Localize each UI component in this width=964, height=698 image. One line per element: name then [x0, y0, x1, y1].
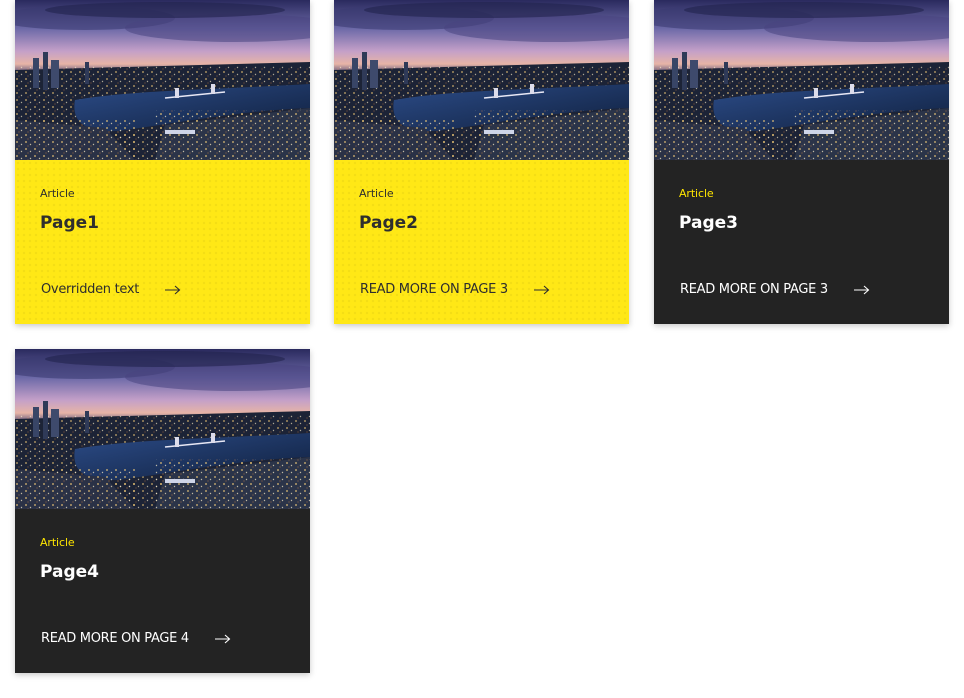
card-title[interactable]: Page4 [40, 561, 99, 583]
arrow-right-icon [165, 285, 181, 295]
arrow-right-icon [214, 634, 231, 644]
card-image [334, 0, 629, 160]
card-body: Article Page4 READ MORE ON PAGE 4 [15, 509, 310, 673]
card-title[interactable]: Page1 [40, 212, 99, 234]
card-title[interactable]: Page2 [359, 212, 418, 234]
card-image [15, 349, 310, 509]
card-type-label: Article [679, 187, 714, 200]
read-more-link[interactable]: Overridden text [41, 282, 181, 298]
read-more-label: READ MORE ON PAGE 4 [41, 631, 189, 646]
article-card[interactable]: Article Page2 READ MORE ON PAGE 3 [334, 0, 629, 324]
read-more-link[interactable]: READ MORE ON PAGE 3 [680, 282, 870, 298]
arrow-right-icon [533, 285, 550, 295]
article-card[interactable]: Article Page3 READ MORE ON PAGE 3 [654, 0, 949, 324]
card-body: Article Page1 Overridden text [15, 160, 310, 324]
card-type-label: Article [40, 187, 75, 200]
read-more-label: READ MORE ON PAGE 3 [360, 282, 508, 297]
card-title[interactable]: Page3 [679, 212, 738, 234]
arrow-right-icon [853, 285, 870, 295]
card-image [654, 0, 949, 160]
read-more-label: Overridden text [41, 282, 140, 297]
card-body: Article Page3 READ MORE ON PAGE 3 [654, 160, 949, 324]
card-image [15, 0, 310, 160]
card-type-label: Article [359, 187, 394, 200]
article-card[interactable]: Article Page1 Overridden text [15, 0, 310, 324]
card-type-label: Article [40, 536, 75, 549]
article-card-grid: Article Page1 Overridden text Article Pa… [0, 0, 964, 698]
article-card[interactable]: Article Page4 READ MORE ON PAGE 4 [15, 349, 310, 673]
card-body: Article Page2 READ MORE ON PAGE 3 [334, 160, 629, 324]
read-more-label: READ MORE ON PAGE 3 [680, 282, 828, 297]
read-more-link[interactable]: READ MORE ON PAGE 3 [360, 282, 550, 298]
read-more-link[interactable]: READ MORE ON PAGE 4 [41, 631, 231, 647]
